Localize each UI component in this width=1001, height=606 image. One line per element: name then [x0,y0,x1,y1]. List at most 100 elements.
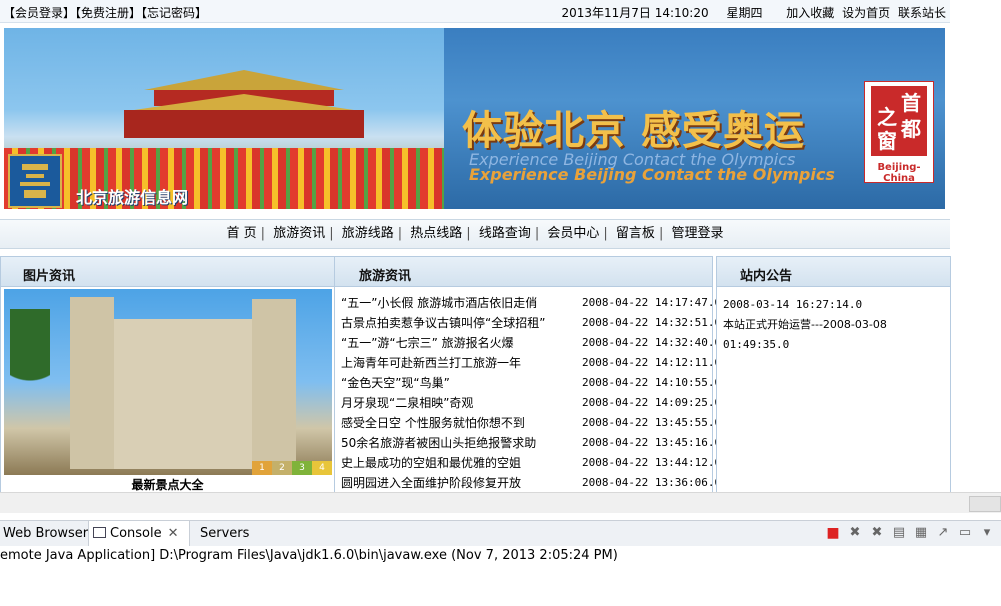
news-title-link[interactable]: 圆明园进入全面维护阶段修复开放 [341,473,521,493]
nav-travel-news[interactable]: 旅游资讯 [269,226,329,241]
site-banner: 体验北京 感受奥运 Experience Beijing Contact the… [4,28,945,209]
scrollbar-thumb[interactable] [969,496,1001,512]
news-title-link[interactable]: 上海青年可赴新西兰打工旅游一年 [341,353,521,373]
news-item: 月牙泉现“二泉相映”奇观 2008-04-22 14:09:25.0 [341,393,721,413]
news-date: 2008-04-22 14:10:55.0 [582,376,722,389]
close-icon[interactable]: ✕ [168,526,179,541]
news-title-link[interactable]: 感受全日空 个性服务就怕你想不到 [341,413,525,433]
news-date: 2008-04-22 13:44:12.0 [582,456,722,469]
set-homepage-link[interactable]: 设为首页 [842,6,890,20]
news-title-link[interactable]: “金色天空”现“鸟巢” [341,373,450,393]
photo-caption[interactable]: 最新景点大全 [1,476,334,493]
news-item: 圆明园进入全面维护阶段修复开放 2008-04-22 13:36:06.0 [341,473,721,493]
remove-launch-icon[interactable]: ✖ [847,525,863,541]
picture-news-panel: 图片资讯 1 2 3 4 最新景点大全 [0,256,335,494]
panel-header: 站内公告 [717,257,950,287]
nav-home[interactable]: 首 页 [223,226,261,241]
member-login-link[interactable]: 【会员登录】 [3,6,75,20]
main-nav: 首 页 | 旅游资讯 | 旅游线路 | 热点线路 | 线路查询 | 会员中心 | 留言板 | … [0,219,950,249]
flower-bed-graphic [4,148,464,209]
seal-char: 之 [877,105,897,129]
tiananmen-gate-graphic [124,70,364,138]
news-title-link[interactable]: 史上最成功的空姐和最优雅的空姐 [341,453,521,473]
console-process-label: emote Java Application] D:\Program Files… [0,546,1001,566]
seal-caption: Beijing-China [877,162,921,184]
tiananmen-image [4,28,464,209]
seal-char: 都 [901,117,921,141]
news-item: “五一”小长假 旅游城市酒店依旧走俏 2008-04-22 14:17:47.0 [341,293,721,313]
panel-header: 旅游资讯 [335,257,712,287]
news-date: 2008-04-22 13:36:06.0 [582,476,722,489]
banner-title: 体验北京 感受奥运 [462,107,805,154]
slide-4-button[interactable]: 4 [312,461,332,475]
news-date: 2008-04-22 14:32:40.0 [582,336,722,349]
scroll-lock-icon[interactable]: ▦ [913,525,929,541]
news-item: 古景点拍卖惹争议古镇叫停“全球招租” 2008-04-22 14:32:51.0 [341,313,721,333]
banner-subtitle: Experience Beijing Contact the Olympics [469,165,835,184]
news-title-link[interactable]: 古景点拍卖惹争议古镇叫停“全球招租” [341,313,545,333]
current-datetime: 2013年11月7日 14:10:20 [561,6,709,20]
news-date: 2008-04-22 14:12:11.0 [582,356,722,369]
tab-servers[interactable]: Servers [200,521,249,547]
notice-timestamp: 2008-03-14 16:27:14.0 [723,298,863,311]
news-item: 感受全日空 个性服务就怕你想不到 2008-04-22 13:45:55.0 [341,413,721,433]
nav-admin-login[interactable]: 管理登录 [667,226,727,241]
slide-3-button[interactable]: 3 [292,461,312,475]
news-item: 上海青年可赴新西兰打工旅游一年 2008-04-22 14:12:11.0 [341,353,721,373]
panel-title: 图片资讯 [23,269,76,284]
news-date: 2008-04-22 14:17:47.0 [582,296,722,309]
travel-news-panel: 旅游资讯 “五一”小长假 旅游城市酒店依旧走俏 2008-04-22 14:17:… [334,256,721,494]
news-title-link[interactable]: 50余名旅游者被困山头拒绝报警求助 [341,433,536,453]
slide-1-button[interactable]: 1 [252,461,272,475]
news-title-link[interactable]: “五一”小长假 旅游城市酒店依旧走俏 [341,293,537,313]
nav-hot-routes[interactable]: 热点线路 [406,226,466,241]
top-bar: 【会员登录】【免费注册】【忘记密码】 2013年11月7日 14:10:20 星… [0,0,950,23]
site-logo-icon [8,154,62,208]
forgot-password-link[interactable]: 【忘记密码】 [141,6,207,20]
ide-view-tabs: Web Browser Console ✕ Servers ■ ✖ ✖ ▤ ▦ ↗… [0,520,1001,548]
panel-title: 站内公告 [740,269,793,284]
slide-2-button[interactable]: 2 [272,461,292,475]
seal-char: 窗 [877,129,897,153]
panel-header: 图片资讯 [1,257,334,287]
news-date: 2008-04-22 14:32:51.0 [582,316,722,329]
news-title-link[interactable]: “五一”游“七宗三” 旅游报名火爆 [341,333,514,353]
display-console-icon[interactable]: ▭ [957,525,973,541]
remove-all-icon[interactable]: ✖ [869,525,885,541]
add-favorite-link[interactable]: 加入收藏 [786,6,834,20]
slide-pager: 1 2 3 4 [252,461,332,475]
capital-window-seal: 首 都 之 窗 Beijing-China [864,81,934,184]
notice-time: 01:49:35.0 [723,338,790,351]
pin-console-icon[interactable]: ↗ [935,525,951,541]
console-toolbar: ■ ✖ ✖ ▤ ▦ ↗ ▭ ▾ [825,525,995,543]
news-list: “五一”小长假 旅游城市酒店依旧走俏 2008-04-22 14:17:47.0 古… [341,293,721,493]
nav-message-board[interactable]: 留言板 [612,226,659,241]
clear-console-icon[interactable]: ▤ [891,525,907,541]
news-date: 2008-04-22 13:45:16.0 [582,436,722,449]
tab-web-browser[interactable]: Web Browser [3,521,88,547]
view-menu-icon[interactable]: ▾ [979,525,995,541]
stop-icon[interactable]: ■ [825,525,841,541]
featured-photo[interactable]: 1 2 3 4 [4,289,332,475]
notice-content: 2008-03-14 16:27:14.0 本站正式开始运营---2008-03… [723,295,943,355]
horizontal-scrollbar[interactable] [0,492,1001,513]
nav-route-search[interactable]: 线路查询 [475,226,535,241]
news-item: “金色天空”现“鸟巢” 2008-04-22 14:10:55.0 [341,373,721,393]
free-register-link[interactable]: 【免费注册】 [75,6,141,20]
news-date: 2008-04-22 13:45:55.0 [582,416,722,429]
nav-member-center[interactable]: 会员中心 [543,226,603,241]
weekday: 星期四 [726,6,763,20]
tab-console[interactable]: Console ✕ [88,521,190,547]
account-links: 【会员登录】【免费注册】【忘记密码】 [3,4,207,21]
news-item: “五一”游“七宗三” 旅游报名火爆 2008-04-22 14:32:40.0 [341,333,721,353]
news-date: 2008-04-22 14:09:25.0 [582,396,722,409]
news-title-link[interactable]: 月牙泉现“二泉相映”奇观 [341,393,473,413]
nav-travel-routes[interactable]: 旅游线路 [338,226,398,241]
contact-admin-link[interactable]: 联系站长 [898,6,946,20]
site-notice-panel: 站内公告 2008-03-14 16:27:14.0 本站正式开始运营---20… [716,256,951,494]
news-item: 史上最成功的空姐和最优雅的空姐 2008-04-22 13:44:12.0 [341,453,721,473]
notice-text[interactable]: 本站正式开始运营---2008-03-08 [723,315,943,335]
site-name: 北京旅游信息网 [76,188,189,207]
tab-console-label: Console [110,526,162,541]
panel-title: 旅游资讯 [359,269,412,284]
